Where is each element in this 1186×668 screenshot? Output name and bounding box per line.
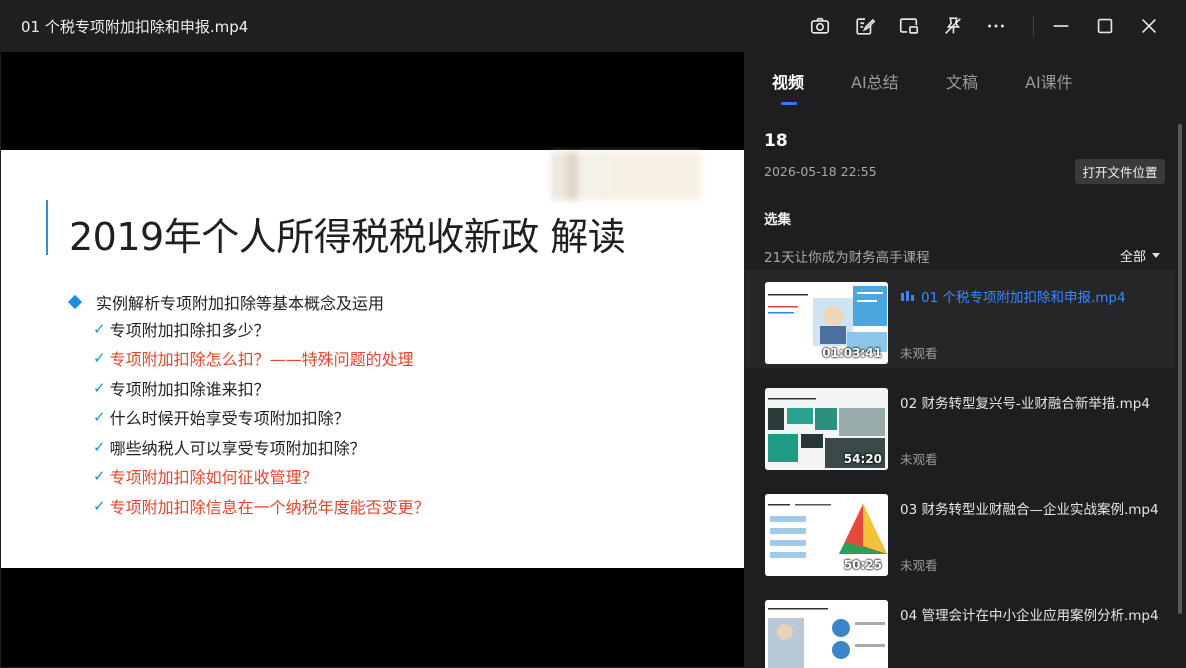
slide-item-text: 什么时候开始享受专项附加扣除？ bbox=[109, 409, 350, 429]
check-icon: ✓ bbox=[93, 378, 106, 397]
section-title: 选集 bbox=[764, 212, 791, 228]
slide-item: ✓ 专项附加扣除信息在一个纳税年度能否变更？ bbox=[69, 491, 430, 521]
episode-thumbnail bbox=[765, 600, 888, 668]
pip-button[interactable] bbox=[895, 12, 923, 40]
check-icon: ✓ bbox=[93, 437, 106, 456]
episode-duration: 54:20 bbox=[843, 452, 882, 466]
slide-heading: 实例解析专项附加扣除等基本概念及运用 bbox=[67, 290, 430, 314]
slide-list: 实例解析专项附加扣除等基本概念及运用 ✓ 专项附加扣除扣多少？ ✓ 专项附加扣除怎么扣… bbox=[67, 290, 430, 521]
episode-title: 01 个税专项附加扣除和申报.mp4 bbox=[921, 290, 1126, 306]
slide-item: ✓ 专项附加扣除谁来扣？ bbox=[69, 373, 430, 403]
slide-item: ✓ 什么时候开始享受专项附加扣除？ bbox=[69, 403, 430, 433]
slide-title: 2019年个人所得税税收新政 解读 bbox=[69, 215, 626, 259]
more-icon bbox=[988, 24, 1004, 28]
diamond-bullet-icon bbox=[67, 294, 83, 310]
episode-thumbnail: 50:25 bbox=[765, 494, 888, 576]
slide-item: ✓ 专项附加扣除扣多少？ bbox=[69, 314, 430, 344]
open-file-location-button[interactable]: 打开文件位置 bbox=[1075, 159, 1165, 184]
episode-item[interactable]: 04 管理会计在中小企业应用案例分析.mp4 bbox=[745, 588, 1175, 668]
check-icon: ✓ bbox=[93, 349, 106, 368]
minimize-icon bbox=[1053, 25, 1069, 27]
maximize-icon bbox=[1097, 18, 1113, 34]
thumbnail-image bbox=[765, 600, 888, 668]
maximize-button[interactable] bbox=[1091, 12, 1119, 40]
close-button[interactable] bbox=[1135, 12, 1163, 40]
more-button[interactable] bbox=[982, 12, 1010, 40]
slide-item-text: 哪些纳税人可以享受专项附加扣除？ bbox=[109, 438, 366, 458]
blurred-logo bbox=[551, 152, 701, 200]
video-count: 18 bbox=[764, 131, 788, 151]
window-title: 01 个税专项附加扣除和申报.mp4 bbox=[21, 18, 249, 36]
episode-item[interactable]: 50:25 03 财务转型业财融合—企业实战案例.mp4 未观看 bbox=[745, 482, 1175, 580]
note-button[interactable] bbox=[851, 12, 879, 40]
check-icon: ✓ bbox=[93, 467, 106, 486]
course-name: 21天让你成为财务高手课程 bbox=[764, 250, 930, 266]
title-bar: 01 个税专项附加扣除和申报.mp4 bbox=[0, 0, 1186, 52]
slide-item: ✓ 专项附加扣除如何征收管理？ bbox=[69, 462, 430, 492]
check-icon: ✓ bbox=[93, 319, 106, 338]
slide-item: ✓ 哪些纳税人可以享受专项附加扣除？ bbox=[69, 432, 430, 462]
picture-in-picture-icon bbox=[899, 18, 919, 34]
slide-items: ✓ 专项附加扣除扣多少？ ✓ 专项附加扣除怎么扣？——特殊问题的处理 ✓ 专项附加扣除谁来… bbox=[69, 314, 430, 521]
tab-video[interactable]: 视频 bbox=[772, 69, 804, 93]
slide-heading-text: 实例解析专项附加扣除等基本概念及运用 bbox=[96, 294, 385, 313]
slide-item-text: 专项附加扣除怎么扣？——特殊问题的处理 bbox=[109, 350, 414, 370]
slide-title-accent bbox=[46, 200, 48, 255]
video-player[interactable]: 2019年个人所得税税收新政 解读 实例解析专项附加扣除等基本概念及运用 ✓ 专项… bbox=[1, 52, 744, 667]
now-playing-icon bbox=[901, 291, 915, 301]
edit-note-icon bbox=[856, 18, 876, 35]
filter-label: 全部 bbox=[1120, 250, 1147, 265]
video-frame-slide: 2019年个人所得税税收新政 解读 实例解析专项附加扣除等基本概念及运用 ✓ 专项… bbox=[1, 150, 744, 568]
check-icon: ✓ bbox=[93, 408, 106, 427]
pin-button[interactable] bbox=[939, 12, 967, 40]
episode-duration: 01:03:41 bbox=[822, 346, 882, 360]
episode-status: 未观看 bbox=[900, 558, 938, 573]
active-tab-indicator bbox=[781, 102, 797, 105]
slide-item-text: 专项附加扣除扣多少？ bbox=[109, 320, 270, 340]
sidebar-tabs: 视频 AI总结 文稿 AI课件 bbox=[745, 52, 1186, 112]
caret-down-icon bbox=[1152, 253, 1161, 258]
tab-ai-courseware[interactable]: AI课件 bbox=[1025, 69, 1073, 93]
episode-item[interactable]: 54:20 02 财务转型复兴号-业财融合新举措.mp4 未观看 bbox=[745, 376, 1175, 474]
screenshot-button[interactable] bbox=[806, 12, 834, 40]
episode-thumbnail: 54:20 bbox=[765, 388, 888, 470]
pin-off-icon bbox=[945, 17, 961, 34]
episode-title: 03 财务转型业财融合—企业实战案例.mp4 bbox=[900, 502, 1159, 518]
slide-item-text: 专项附加扣除信息在一个纳税年度能否变更？ bbox=[109, 497, 430, 517]
tab-transcript[interactable]: 文稿 bbox=[946, 69, 978, 93]
tab-ai-summary[interactable]: AI总结 bbox=[851, 69, 899, 93]
sidebar: 视频 AI总结 文稿 AI课件 18 2026-05-18 22:55 打开文件… bbox=[745, 52, 1186, 668]
filter-dropdown[interactable]: 全部 bbox=[1120, 246, 1161, 265]
episode-item[interactable]: 01:03:41 01 个税专项附加扣除和申报.mp4 未观看 bbox=[745, 270, 1175, 368]
slide-item-text: 专项附加扣除谁来扣？ bbox=[109, 379, 270, 399]
video-date: 2026-05-18 22:55 bbox=[764, 164, 877, 179]
episode-duration: 50:25 bbox=[843, 558, 882, 572]
toolbar-divider bbox=[1033, 16, 1034, 36]
sidebar-scrollbar[interactable] bbox=[1178, 124, 1182, 614]
minimize-button[interactable] bbox=[1047, 12, 1075, 40]
episode-title: 02 财务转型复兴号-业财融合新举措.mp4 bbox=[900, 396, 1150, 412]
check-icon: ✓ bbox=[93, 496, 106, 515]
episode-title: 04 管理会计在中小企业应用案例分析.mp4 bbox=[900, 608, 1159, 624]
camera-icon bbox=[810, 17, 830, 34]
slide-item-text: 专项附加扣除如何征收管理？ bbox=[109, 468, 318, 488]
episode-status: 未观看 bbox=[900, 452, 938, 467]
episode-status: 未观看 bbox=[900, 346, 938, 361]
close-icon bbox=[1141, 18, 1157, 34]
slide-item: ✓ 专项附加扣除怎么扣？——特殊问题的处理 bbox=[69, 344, 430, 374]
episode-thumbnail: 01:03:41 bbox=[765, 282, 888, 364]
